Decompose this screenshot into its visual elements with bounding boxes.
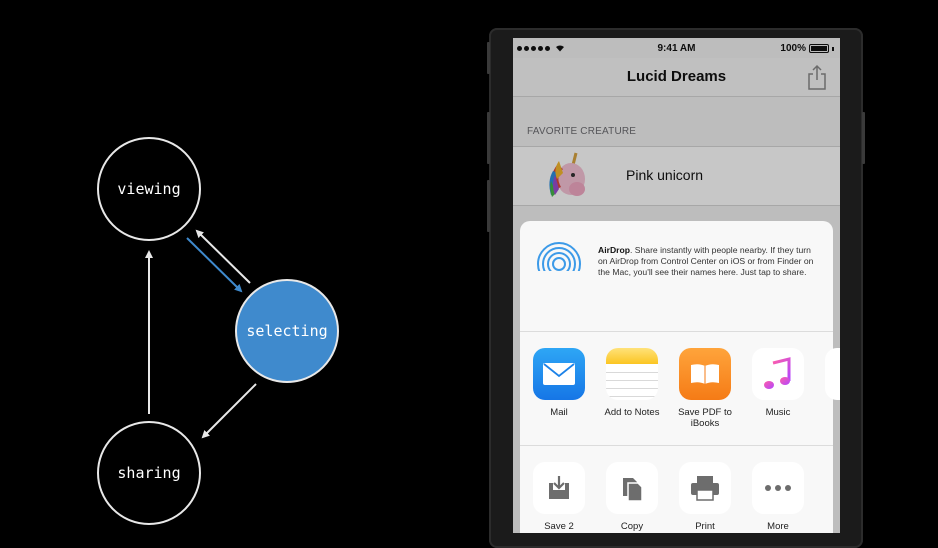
node-viewing: viewing xyxy=(97,137,201,241)
share-apps-row: Mail Add to Notes Save PDF to iBooks Mus… xyxy=(520,332,840,446)
action-label: More xyxy=(767,521,789,532)
power-button xyxy=(862,112,865,164)
action-label: Print xyxy=(695,521,715,532)
music-icon xyxy=(752,348,804,400)
copy-icon xyxy=(606,462,658,514)
share-app-notes[interactable]: Add to Notes xyxy=(596,348,668,418)
share-app-ibooks[interactable]: Save PDF to iBooks xyxy=(669,348,741,429)
volume-down-button xyxy=(487,180,490,232)
node-sharing: sharing xyxy=(97,421,201,525)
airdrop-title: AirDrop xyxy=(598,245,630,255)
ibooks-icon xyxy=(679,348,731,400)
share-sheet: AirDrop. Share instantly with people nea… xyxy=(520,221,840,533)
share-app-music[interactable]: Music xyxy=(742,348,814,418)
diagram-edges xyxy=(145,229,257,439)
edge-selecting-to-sharing xyxy=(201,383,257,439)
print-icon xyxy=(679,462,731,514)
action-more[interactable]: More xyxy=(742,462,814,532)
app-icon xyxy=(825,348,840,400)
airdrop-description: AirDrop. Share instantly with people nea… xyxy=(598,245,820,278)
share-app-label: iC xyxy=(815,407,840,418)
volume-up-button xyxy=(487,112,490,164)
notes-icon xyxy=(606,348,658,400)
airdrop-text: . Share instantly with people nearby. If… xyxy=(598,245,814,277)
share-app-label: Save PDF to iBooks xyxy=(678,407,732,429)
node-selecting: selecting xyxy=(235,279,339,383)
node-sharing-label: sharing xyxy=(117,464,181,482)
mute-switch xyxy=(487,42,490,74)
more-icon xyxy=(752,462,804,514)
node-selecting-label: selecting xyxy=(246,322,328,340)
action-label: Copy xyxy=(620,521,644,532)
share-app-label: Mail xyxy=(550,407,568,418)
action-save[interactable]: Save 2 xyxy=(523,462,595,532)
node-viewing-label: viewing xyxy=(117,180,181,198)
share-app-mail[interactable]: Mail xyxy=(523,348,595,418)
airdrop-icon[interactable] xyxy=(536,241,582,287)
action-copy[interactable]: Copy xyxy=(596,462,668,532)
share-app-label: Add to Notes xyxy=(604,407,660,418)
phone-screen: 9:41 AM 100% Lucid Dreams FAVORITE CREAT… xyxy=(513,38,840,533)
mail-icon xyxy=(533,348,585,400)
action-print[interactable]: Print xyxy=(669,462,741,532)
save-icon xyxy=(533,462,585,514)
action-label: Save 2 xyxy=(544,521,574,532)
state-diagram: viewing selecting sharing xyxy=(0,0,470,533)
airdrop-section: AirDrop. Share instantly with people nea… xyxy=(520,221,833,332)
share-app-label: Music xyxy=(765,407,791,418)
edge-viewing-to-selecting xyxy=(186,237,243,293)
share-actions-row: Save 2 Copy Print More xyxy=(520,446,833,533)
share-app-partial[interactable]: iC xyxy=(815,348,840,418)
